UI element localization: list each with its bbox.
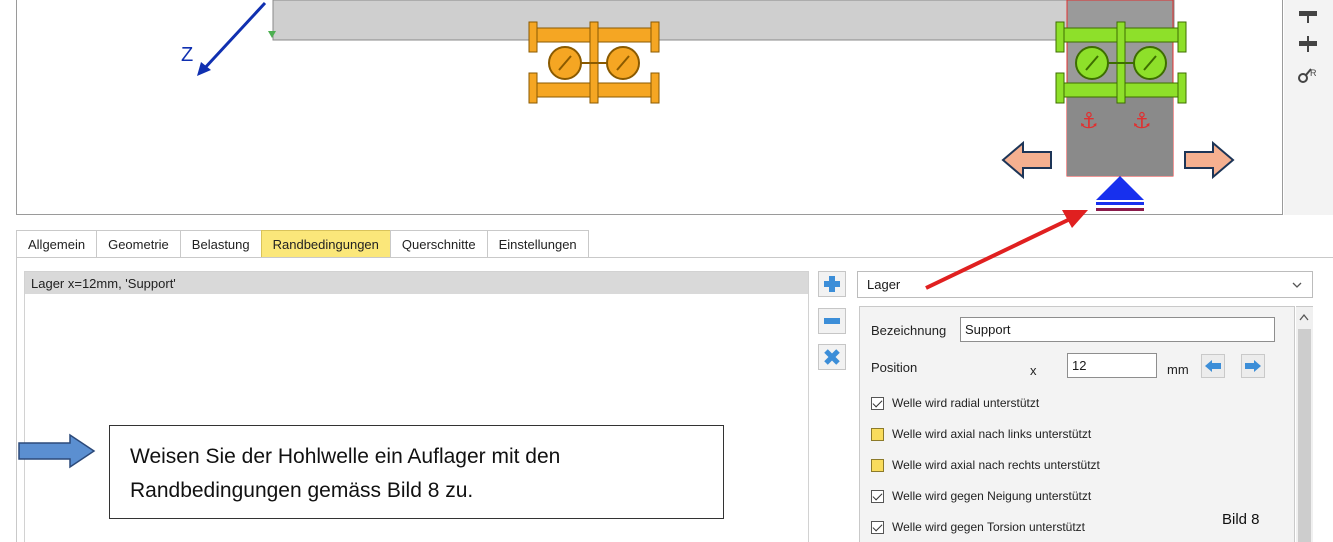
minus-icon xyxy=(824,318,840,324)
remove-button[interactable] xyxy=(818,308,846,334)
arrow-right-icon xyxy=(1245,360,1261,372)
instruction-callout: Weisen Sie der Hohlwelle ein Auflager mi… xyxy=(109,425,724,519)
support-mid-icon[interactable] xyxy=(1296,34,1320,56)
tab-allgemein[interactable]: Allgemein xyxy=(16,230,97,258)
position-unit: mm xyxy=(1167,362,1189,377)
position-label: Position xyxy=(871,360,918,375)
check-torsion[interactable]: Welle wird gegen Torsion unterstützt xyxy=(871,518,1085,536)
checkbox-torsion[interactable] xyxy=(871,520,884,534)
add-button[interactable] xyxy=(818,271,846,297)
checkbox-axial-right[interactable] xyxy=(871,458,884,472)
check-radial[interactable]: Welle wird radial unterstützt xyxy=(871,394,1039,412)
pointer-arrow-icon xyxy=(18,433,96,469)
chevron-down-icon xyxy=(1292,282,1302,288)
move-left-button[interactable] xyxy=(1201,354,1225,378)
position-axis-label: x xyxy=(1030,363,1037,378)
axial-left-arrow-icon xyxy=(1001,140,1052,180)
anchor-icon: ⚓ xyxy=(1132,109,1152,134)
tab-belastung[interactable]: Belastung xyxy=(179,230,261,258)
close-icon xyxy=(824,349,840,365)
check-neigung[interactable]: Welle wird gegen Neigung unterstützt xyxy=(871,487,1091,505)
model-viewport[interactable]: Z ⚓ ⚓ xyxy=(16,0,1283,215)
shaft xyxy=(272,0,1175,41)
app-window: Z ⚓ ⚓ R Allgemein Geometrie Belastung Ra… xyxy=(0,0,1333,542)
tab-geometrie[interactable]: Geometrie xyxy=(96,230,180,258)
check-torsion-label: Welle wird gegen Torsion unterstützt xyxy=(892,520,1085,534)
panel-border xyxy=(16,258,17,542)
bearing-orange xyxy=(528,21,660,104)
viewport-canvas: Z ⚓ ⚓ xyxy=(181,0,1235,211)
bezeichnung-label: Bezeichnung xyxy=(871,323,947,338)
move-right-button[interactable] xyxy=(1241,354,1265,378)
callout-line-2: Randbedingungen gemäss Bild 8 zu. xyxy=(130,479,474,502)
delete-all-button[interactable] xyxy=(818,344,846,370)
plus-icon xyxy=(824,276,840,292)
bearing-green xyxy=(1055,21,1187,104)
check-radial-label: Welle wird radial unterstützt xyxy=(892,396,1040,410)
check-axial-right-label: Welle wird axial nach rechts unterstützt xyxy=(892,458,1100,472)
checkbox-axial-left[interactable] xyxy=(871,427,884,441)
check-axial-right[interactable]: Welle wird axial nach rechts unterstützt xyxy=(871,456,1100,474)
properties-scrollbar[interactable] xyxy=(1296,306,1313,542)
checkbox-neigung[interactable] xyxy=(871,489,884,503)
support-top-icon[interactable] xyxy=(1296,6,1320,28)
checkbox-radial[interactable] xyxy=(871,396,884,410)
tab-randbedingungen[interactable]: Randbedingungen xyxy=(260,230,390,258)
callout-line-1: Weisen Sie der Hohlwelle ein Auflager mi… xyxy=(130,445,561,468)
chevron-up-icon xyxy=(1299,313,1309,321)
position-field[interactable]: 12 xyxy=(1067,353,1157,378)
z-axis-line xyxy=(201,1,267,72)
check-axial-left-label: Welle wird axial nach links unterstützt xyxy=(892,427,1092,441)
z-axis-label: Z xyxy=(181,44,193,66)
annotation-arrow-icon xyxy=(925,210,1088,290)
tab-einstellungen[interactable]: Einstellungen xyxy=(486,230,589,258)
bezeichnung-field[interactable]: Support xyxy=(960,317,1275,342)
element-type-value: Lager xyxy=(867,277,901,292)
arrow-left-icon xyxy=(1205,360,1221,372)
view-toolbar: R xyxy=(1284,0,1333,215)
svg-text:R: R xyxy=(1310,68,1317,78)
scrollbar-thumb[interactable] xyxy=(1298,329,1311,542)
figure-label: Bild 8 xyxy=(1222,511,1260,528)
moment-r-icon[interactable]: R xyxy=(1296,64,1320,86)
check-neigung-label: Welle wird gegen Neigung unterstützt xyxy=(892,489,1092,503)
main-tabs: Allgemein Geometrie Belastung Randbeding… xyxy=(16,230,589,258)
list-item[interactable]: Lager x=12mm, 'Support' xyxy=(25,272,808,294)
tab-querschnitte[interactable]: Querschnitte xyxy=(389,230,487,258)
anchor-icon: ⚓ xyxy=(1079,109,1099,134)
check-axial-left[interactable]: Welle wird axial nach links unterstützt xyxy=(871,425,1091,443)
support-body-lower xyxy=(1067,95,1173,176)
axial-right-arrow-icon xyxy=(1184,140,1235,180)
